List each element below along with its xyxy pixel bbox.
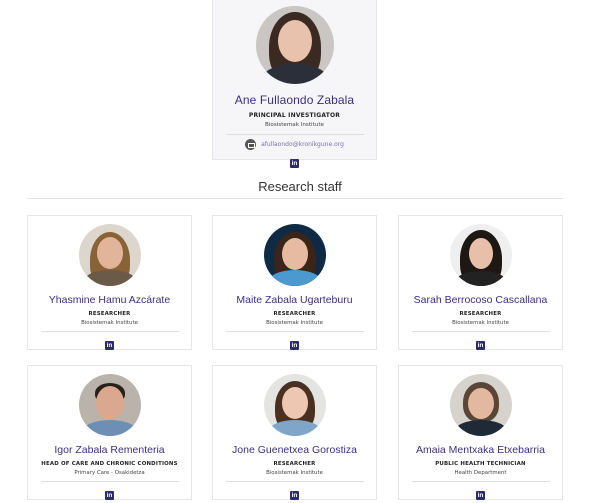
divider (225, 331, 364, 332)
divider (40, 331, 179, 332)
linkedin-icon[interactable]: in (105, 491, 114, 500)
staff-card: Igor Zabala Rementeria HEAD OF CARE AND … (27, 365, 192, 500)
staff-name: Yhasmine Hamu Azcárate (48, 294, 171, 306)
mail-icon (245, 139, 257, 150)
linkedin-icon[interactable]: in (476, 491, 485, 500)
pi-name: Ane Fullaondo Zabala (234, 93, 355, 107)
staff-role: RESEARCHER (273, 311, 316, 317)
staff-institute: Biosistemak Institute (81, 320, 138, 326)
staff-card: Amaia Mentxaka Etxebarria PUBLIC HEALTH … (398, 365, 563, 500)
staff-institute: Biosistemak Institute (452, 320, 509, 326)
staff-card: Jone Guenetxea Gorostiza RESEARCHER Bios… (212, 365, 377, 500)
staff-name: Amaia Mentxaka Etxebarria (416, 444, 545, 456)
staff-name: Sarah Berrocoso Cascallana (413, 294, 548, 306)
pi-email-link[interactable]: afullaondo@kronikgune.org (261, 141, 344, 148)
staff-card: Sarah Berrocoso Cascallana RESEARCHER Bi… (398, 215, 563, 350)
staff-name: Igor Zabala Rementeria (54, 444, 165, 456)
divider (411, 481, 550, 482)
staff-role: HEAD OF CARE AND CHRONIC CONDITIONS (41, 461, 178, 467)
divider (40, 481, 179, 482)
pi-email-row: afullaondo@kronikgune.org (213, 139, 376, 150)
divider (225, 134, 364, 135)
pi-role: PRINCIPAL INVESTIGATOR (248, 112, 341, 119)
section-title: Research staff (258, 179, 342, 194)
staff-institute: Health Department (454, 470, 507, 476)
linkedin-icon[interactable]: in (290, 341, 299, 350)
avatar (449, 224, 512, 286)
avatar (255, 6, 334, 84)
staff-role: RESEARCHER (273, 461, 316, 467)
linkedin-icon[interactable]: in (105, 341, 114, 350)
principal-investigator-card: Ane Fullaondo Zabala PRINCIPAL INVESTIGA… (212, 0, 377, 168)
avatar (78, 374, 141, 436)
staff-institute: Biosistemak Institute (266, 320, 323, 326)
pi-institute: Biosistemak Institute (265, 122, 324, 128)
divider (225, 481, 364, 482)
section-divider (27, 198, 563, 199)
staff-institute: Primary Care - Osakidetza (74, 470, 145, 476)
linkedin-icon[interactable]: in (290, 159, 299, 168)
staff-name: Jone Guenetxea Gorostiza (232, 444, 357, 456)
avatar (263, 224, 326, 286)
staff-card: Yhasmine Hamu Azcárate RESEARCHER Biosis… (27, 215, 192, 350)
staff-role: RESEARCHER (459, 311, 502, 317)
avatar (449, 374, 512, 436)
staff-role: PUBLIC HEALTH TECHNICIAN (435, 461, 526, 467)
divider (411, 331, 550, 332)
staff-name: Maite Zabala Ugarteburu (236, 294, 353, 306)
avatar (263, 374, 326, 436)
avatar (78, 224, 141, 286)
staff-role: RESEARCHER (88, 311, 131, 317)
linkedin-icon[interactable]: in (476, 341, 485, 350)
staff-card: Maite Zabala Ugarteburu RESEARCHER Biosi… (212, 215, 377, 350)
staff-institute: Biosistemak Institute (266, 470, 323, 476)
linkedin-icon[interactable]: in (290, 491, 299, 500)
